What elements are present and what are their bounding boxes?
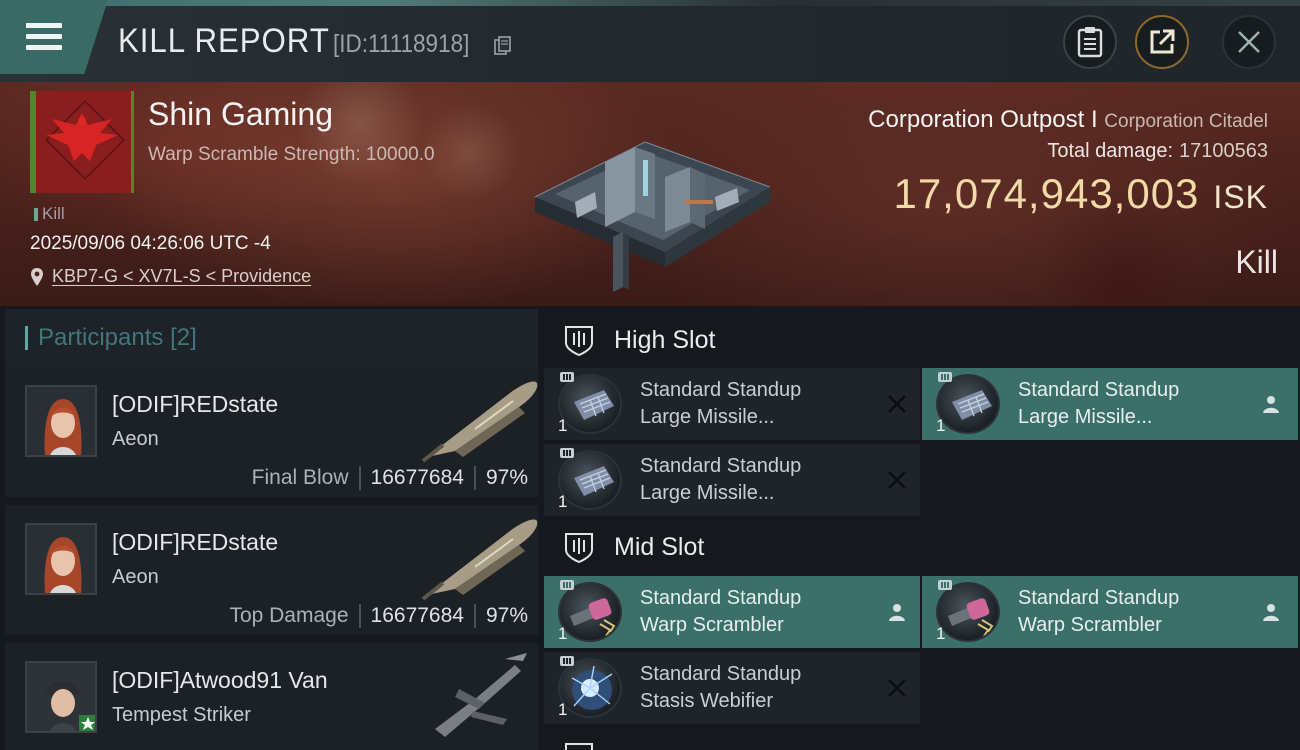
slot-type-icon [938,372,952,382]
missile-launcher-icon [558,374,622,434]
participants-header: Participants [2] [5,309,538,367]
result-label: Kill [1235,244,1278,280]
warp-scrambler-icon [936,582,1000,642]
report-id: [ID:11118918] [333,30,470,58]
participant-stats: Top Damage 16677684 97% [229,604,528,628]
dropped-person-icon [889,604,905,621]
module-name: Standard Standup [640,455,802,477]
participant-ship: Tempest Striker [112,704,251,726]
mid-slot-header: Mid Slot [542,517,1300,577]
clipboard-button[interactable] [1063,15,1117,69]
avatar[interactable] [25,385,97,457]
avatar[interactable] [25,523,97,595]
ship-image [421,519,538,601]
module-slot[interactable]: 1 Standard Standup Stasis Webifier [544,652,920,724]
module-name-line2: Large Missile... [1018,406,1153,428]
citadel-image [534,141,771,292]
module-slot[interactable]: 1 Standard Standup Large Missile... [544,368,920,440]
mid-slot-icon [565,533,593,564]
participant-row[interactable]: [ODIF]REDstate Aeon Top Damage 16677684 … [5,505,538,639]
share-icon [1150,29,1175,54]
next-slot-header [542,733,1300,750]
high-slot-icon [565,326,593,357]
module-name: Standard Standup [1018,587,1180,609]
dropped-person-icon [1263,396,1279,413]
participant-row[interactable]: [ODIF]Atwood91 Van Tempest Striker [5,643,538,750]
clipboard-icon [1077,27,1103,58]
module-name: Standard Standup [640,379,802,401]
copy-icon[interactable] [494,36,512,56]
module-name: Standard Standup [640,663,802,685]
participant-name: [ODIF]REDstate [112,391,279,417]
module-name: Standard Standup [1018,379,1180,401]
participant-stats: Final Blow 16677684 97% [251,466,528,490]
slot-icon [565,743,593,750]
slot-type-icon [560,448,574,458]
kill-timestamp: 2025/09/06 04:26:06 UTC -4 [30,233,271,254]
ship-image [421,381,538,463]
participant-row[interactable]: [ODIF]REDstate Aeon Final Blow 16677684 … [5,367,538,501]
close-button[interactable] [1222,15,1276,69]
top-bar: KILL REPORT [ID:11118918] [0,0,1300,82]
missile-launcher-icon [558,450,622,510]
avatar[interactable] [25,661,97,733]
close-icon [1238,31,1260,53]
kill-banner: Shin Gaming Warp Scramble Strength: 1000… [0,82,1300,306]
module-slot[interactable]: 1 Standard Standup Warp Scrambler [544,576,920,648]
slot-type-icon [938,580,952,590]
kill-tag: Kill [34,204,65,224]
module-name-line2: Large Missile... [640,406,775,428]
module-slot[interactable]: 1 Standard Standup Large Missile... [544,444,920,516]
ship-image [435,653,527,737]
participant-name: [ODIF]Atwood91 Van [112,667,328,693]
slot-type-icon [560,372,574,382]
location-link[interactable]: KBP7-G < XV7L-S < Providence [52,266,311,287]
module-name-line2: Warp Scrambler [640,614,784,636]
stasis-webifier-icon [558,658,622,718]
slot-type-icon [560,580,574,590]
total-damage: Total damage: 17100563 [1047,140,1268,162]
share-button[interactable] [1135,15,1189,69]
destroyed-icon [888,395,906,413]
slot-type-icon [560,656,574,666]
module-name-line2: Stasis Webifier [640,690,774,712]
target-type: Corporation Outpost I Corporation Citade… [868,106,1268,133]
participant-ship: Aeon [112,428,159,450]
module-name-line2: Large Missile... [640,482,775,504]
kill-location[interactable]: KBP7-G < XV7L-S < Providence [30,266,311,287]
destroyed-icon [888,471,906,489]
menu-icon [26,23,62,51]
location-pin-icon [31,267,43,286]
participant-ship: Aeon [112,566,159,588]
page-title: KILL REPORT [118,22,330,60]
fitting-panel: High Slot 1 Standard Standup Large Missi… [542,309,1300,750]
participants-panel: Participants [2] [ODIF]REDstate Aeon Fin… [5,309,538,750]
destroyed-icon [888,679,906,697]
module-name-line2: Warp Scrambler [1018,614,1162,636]
high-slot-header: High Slot [542,310,1300,370]
menu-button[interactable] [0,0,108,74]
phoenix-icon [46,113,118,161]
victim-corp-name: Shin Gaming [148,96,333,132]
corp-logo[interactable] [30,91,134,193]
module-slot[interactable]: 1 Standard Standup Large Missile... [922,368,1298,440]
target-class: Corporation Citadel [1104,111,1268,132]
dropped-person-icon [1263,604,1279,621]
participant-name: [ODIF]REDstate [112,529,279,555]
module-slot[interactable]: 1 Standard Standup Warp Scrambler [922,576,1298,648]
warp-scramble-strength: Warp Scramble Strength: 10000.0 [148,144,435,165]
warp-scrambler-icon [558,582,622,642]
missile-launcher-icon [936,374,1000,434]
module-name: Standard Standup [640,587,802,609]
isk-value: 17,074,943,003 ISK [893,170,1268,217]
